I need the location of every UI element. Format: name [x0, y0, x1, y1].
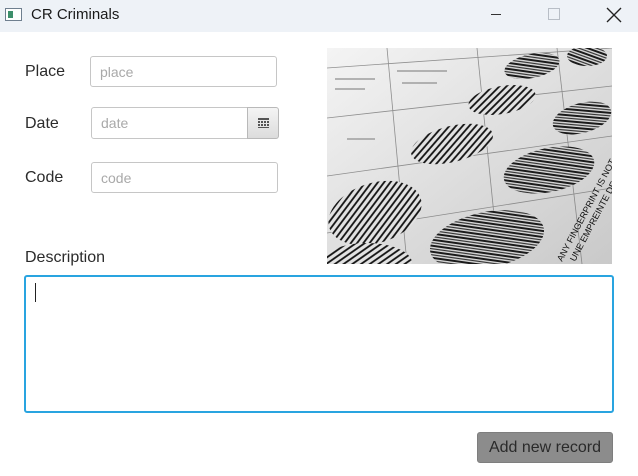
maximize-button[interactable]	[530, 0, 576, 32]
date-label: Date	[25, 115, 59, 132]
app-window-icon	[5, 8, 22, 21]
description-label: Description	[25, 249, 106, 266]
close-button[interactable]	[590, 0, 636, 32]
title-bar: CR Criminals	[0, 0, 638, 32]
place-input[interactable]	[90, 56, 277, 87]
close-icon	[606, 7, 622, 23]
place-label: Place	[25, 63, 66, 80]
calendar-icon	[258, 118, 269, 128]
code-input[interactable]	[91, 162, 278, 193]
app-window: CR Criminals Place Date Code	[0, 0, 638, 476]
add-new-record-button[interactable]: Add new record	[477, 432, 613, 463]
fingerprint-image: ANY FINGERPRINT IS NOT A UNE EMPREINTE D…	[327, 48, 612, 264]
text-cursor	[35, 283, 36, 302]
description-textarea[interactable]	[24, 275, 614, 413]
minimize-button[interactable]	[472, 0, 518, 32]
date-input[interactable]	[91, 107, 248, 139]
code-label: Code	[25, 169, 64, 186]
date-picker-button[interactable]	[247, 107, 279, 139]
window-title: CR Criminals	[31, 6, 120, 23]
